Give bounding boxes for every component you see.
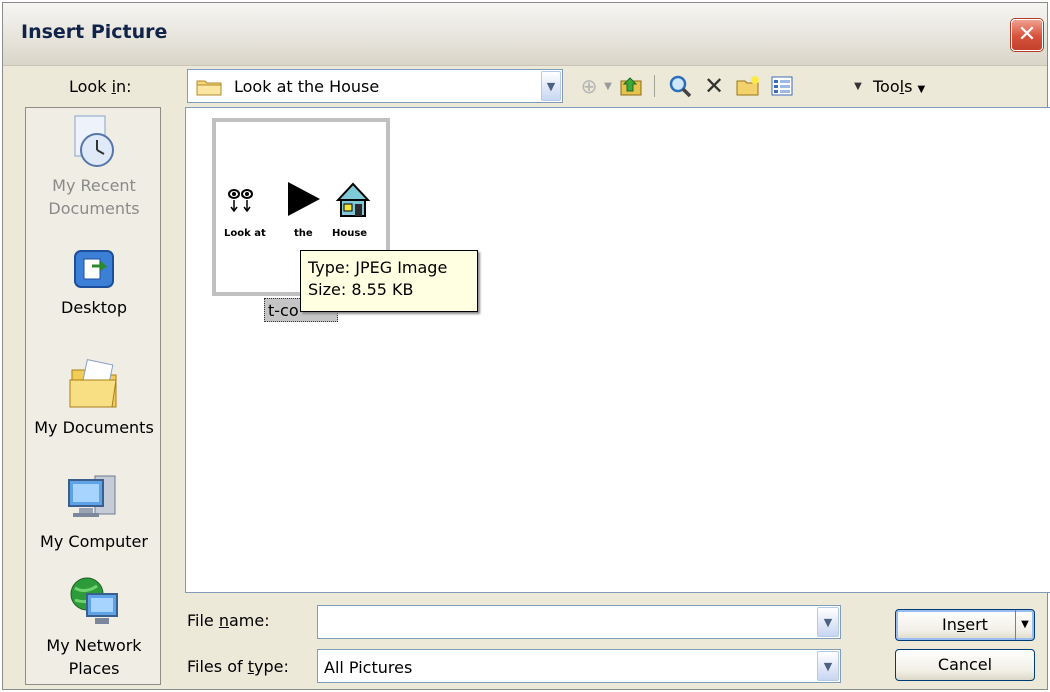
tooltip-size: Size: 8.55 KB bbox=[308, 280, 414, 299]
place-label: My Documents bbox=[34, 418, 154, 437]
thumb-word: House bbox=[332, 228, 367, 239]
desktop-icon bbox=[74, 250, 114, 288]
files-of-type-label: Files of type: bbox=[187, 657, 289, 676]
views-dropdown[interactable]: ▼ bbox=[851, 73, 865, 99]
file-name-dropdown-button[interactable]: ▼ bbox=[817, 607, 839, 637]
chevron-down-icon: ▼ bbox=[823, 615, 833, 629]
place-my-documents[interactable]: My Documents bbox=[26, 356, 162, 439]
look-in-dropdown-button[interactable]: ▼ bbox=[541, 71, 561, 101]
delete-button[interactable]: ✕ bbox=[699, 72, 729, 100]
insert-options-arrow[interactable]: ▼ bbox=[1015, 610, 1034, 640]
place-label: Documents bbox=[48, 199, 140, 218]
place-label: Desktop bbox=[61, 298, 127, 317]
new-folder-button[interactable] bbox=[733, 73, 763, 99]
file-name-label: File name: bbox=[187, 611, 270, 630]
files-of-type-dropdown-button[interactable]: ▼ bbox=[817, 651, 839, 681]
chevron-down-icon: ▼ bbox=[823, 659, 833, 673]
back-arrow-icon: ⊕ bbox=[580, 74, 598, 98]
delete-icon: ✕ bbox=[703, 72, 725, 100]
dialog-title: Insert Picture bbox=[21, 21, 168, 43]
tools-menu[interactable]: Tools ▼ bbox=[873, 77, 925, 96]
place-my-recent-documents[interactable]: My Recent Documents bbox=[26, 114, 162, 220]
place-my-network-places[interactable]: My Network Places bbox=[26, 572, 162, 680]
files-of-type-value: All Pictures bbox=[324, 658, 413, 677]
recent-documents-icon bbox=[74, 115, 114, 167]
cancel-button[interactable]: Cancel bbox=[895, 649, 1035, 681]
new-folder-icon bbox=[736, 76, 759, 96]
close-icon: ✕ bbox=[1017, 22, 1037, 47]
search-web-button[interactable] bbox=[665, 73, 695, 99]
look-in-combo[interactable]: Look at the House ▼ bbox=[187, 69, 563, 103]
insert-button[interactable]: Insert ▼ bbox=[895, 609, 1035, 641]
close-button[interactable]: ✕ bbox=[1011, 19, 1043, 51]
place-desktop[interactable]: Desktop bbox=[26, 246, 162, 319]
tooltip-type: Type: JPEG Image bbox=[308, 258, 448, 277]
up-one-level-button[interactable] bbox=[617, 73, 647, 99]
play-arrow-icon bbox=[288, 182, 320, 216]
my-documents-icon bbox=[69, 359, 117, 408]
views-icon bbox=[771, 76, 793, 96]
look-in-label: Look in: bbox=[69, 77, 132, 96]
file-tooltip: Type: JPEG Image Size: 8.55 KB bbox=[300, 250, 478, 312]
place-label: Places bbox=[68, 659, 120, 678]
eyes-icon bbox=[228, 189, 253, 213]
files-of-type-select[interactable]: All Pictures ▼ bbox=[317, 649, 841, 683]
places-bar: My Recent Documents Desktop My Documents bbox=[25, 107, 161, 685]
file-list[interactable]: Look at the House t-co Type: JPEG Image … bbox=[185, 107, 1050, 593]
dropdown-arrow-icon: ▼ bbox=[604, 80, 612, 92]
folder-icon bbox=[196, 80, 222, 96]
tools-dropdown-icon: ▼ bbox=[917, 84, 926, 95]
back-dropdown[interactable]: ▼ bbox=[601, 73, 615, 99]
thumb-word: Look at bbox=[224, 228, 266, 239]
place-label: My Network bbox=[46, 636, 142, 655]
thumb-word: the bbox=[294, 228, 313, 239]
my-computer-icon bbox=[68, 475, 116, 517]
insert-picture-dialog: Insert Picture ✕ Look in: Look at the Ho… bbox=[2, 2, 1050, 690]
file-name-input[interactable]: ▼ bbox=[317, 605, 841, 639]
dropdown-arrow-icon: ▼ bbox=[854, 80, 862, 92]
title-bar[interactable]: Insert Picture ✕ bbox=[3, 3, 1047, 66]
back-button[interactable]: ⊕ bbox=[577, 73, 601, 99]
house-icon bbox=[335, 182, 371, 217]
place-label: My Recent bbox=[52, 176, 136, 195]
search-web-icon bbox=[669, 75, 692, 98]
views-button[interactable] bbox=[767, 73, 797, 99]
network-places-icon bbox=[70, 577, 118, 624]
place-my-computer[interactable]: My Computer bbox=[26, 470, 162, 553]
place-label: My Computer bbox=[40, 532, 148, 551]
up-folder-icon bbox=[620, 77, 642, 96]
toolbar-separator bbox=[651, 73, 657, 99]
insert-label: Insert bbox=[942, 615, 988, 634]
chevron-down-icon: ▼ bbox=[546, 79, 556, 93]
look-in-value: Look at the House bbox=[234, 77, 380, 96]
dropdown-arrow-icon: ▼ bbox=[1021, 619, 1029, 630]
